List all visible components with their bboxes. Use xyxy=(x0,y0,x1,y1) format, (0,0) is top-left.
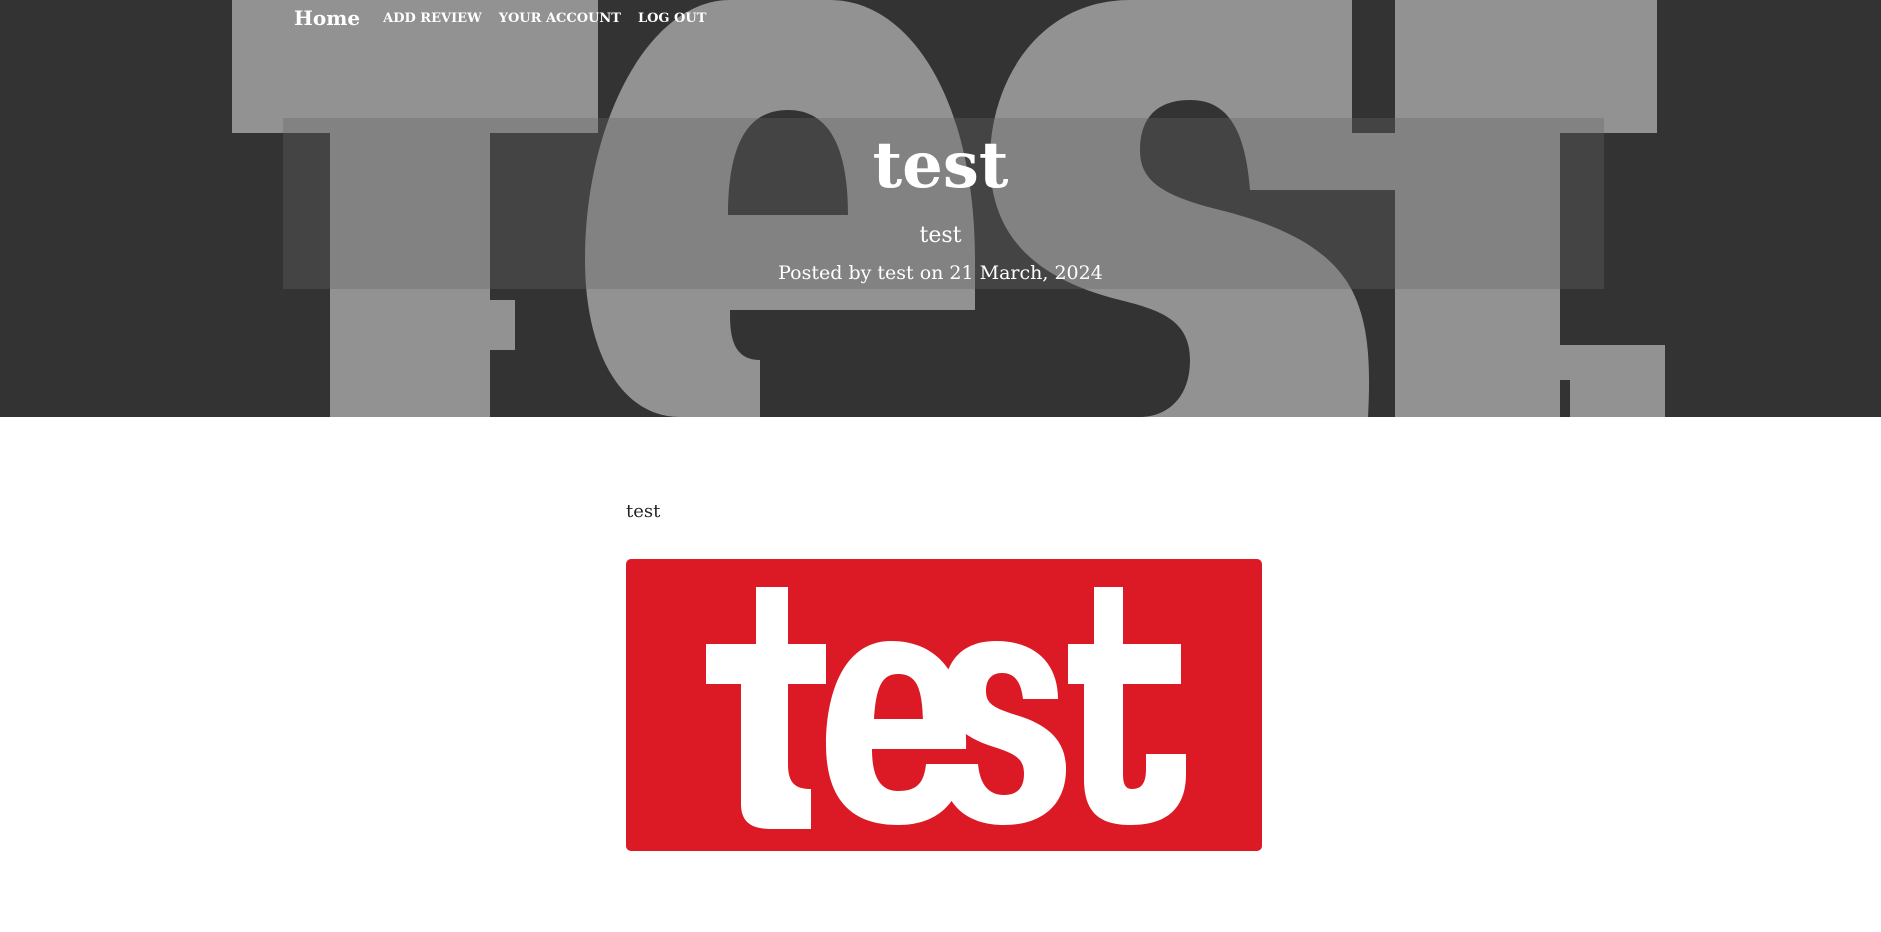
top-navbar: Home ADD REVIEW YOUR ACCOUNT LOG OUT xyxy=(294,0,723,36)
add-review-link[interactable]: ADD REVIEW xyxy=(383,11,482,26)
post-image xyxy=(626,559,1262,851)
log-out-link[interactable]: LOG OUT xyxy=(638,11,706,26)
post-header: Home ADD REVIEW YOUR ACCOUNT LOG OUT tes… xyxy=(0,0,1881,417)
home-link[interactable]: Home xyxy=(294,6,360,30)
post-meta: Posted by test on 21 March, 2024 xyxy=(778,262,1103,284)
your-account-link[interactable]: YOUR ACCOUNT xyxy=(499,11,621,26)
post-subtitle: test xyxy=(919,223,962,248)
post-title: test xyxy=(872,128,1009,203)
post-body-text: test xyxy=(626,501,661,522)
test-logo-graphic xyxy=(706,587,1186,829)
